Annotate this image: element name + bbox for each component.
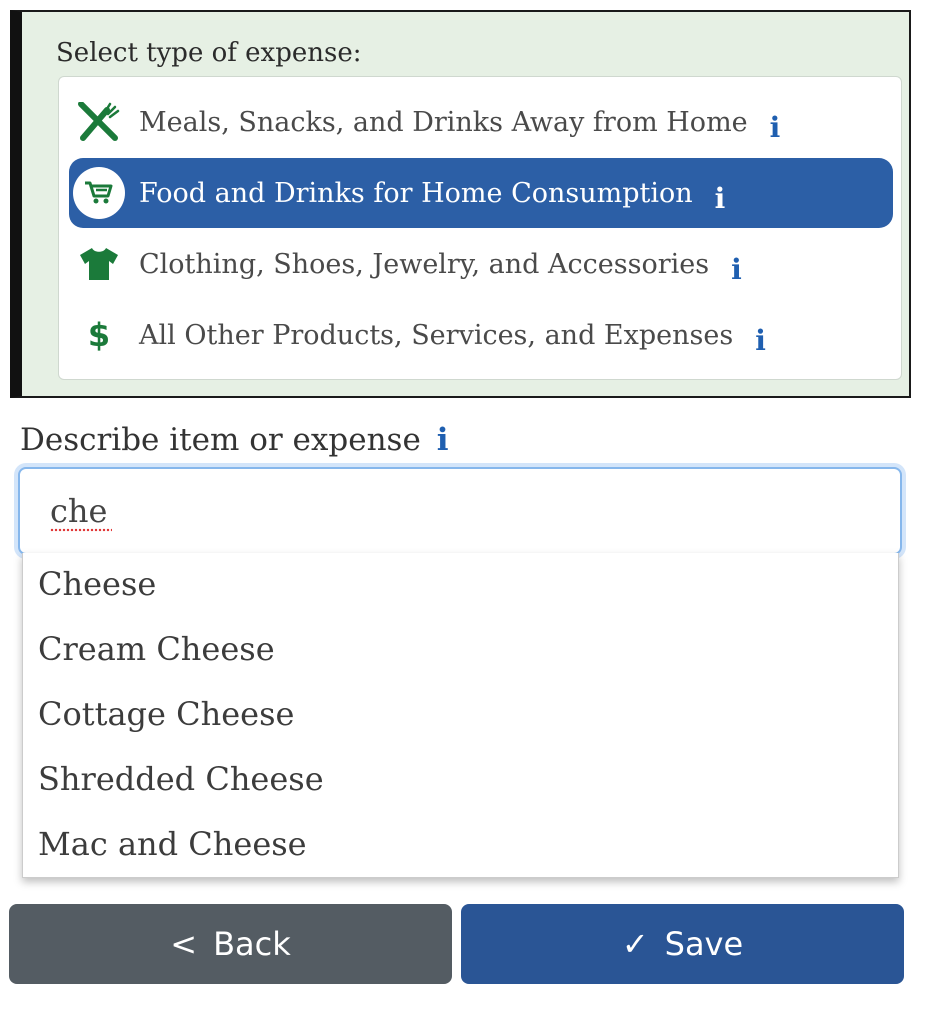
- info-icon[interactable]: i: [731, 253, 742, 286]
- shopping-cart-icon-wrapper: [73, 167, 125, 219]
- expense-type-option-clothing[interactable]: Clothing, Shoes, Jewelry, and Accessorie…: [69, 229, 893, 299]
- autocomplete-suggestions: Cheese Cream Cheese Cottage Cheese Shred…: [22, 553, 899, 878]
- info-icon[interactable]: i: [437, 422, 449, 458]
- expense-type-list: Meals, Snacks, and Drinks Away from Home…: [58, 76, 902, 380]
- save-button[interactable]: ✓ Save: [461, 904, 904, 984]
- suggestion-item[interactable]: Cream Cheese: [23, 618, 898, 683]
- shirt-icon: [73, 238, 125, 290]
- suggestion-item[interactable]: Mac and Cheese: [23, 813, 898, 878]
- expense-type-option-meals[interactable]: Meals, Snacks, and Drinks Away from Home…: [69, 87, 893, 157]
- describe-item-label-text: Describe item or expense: [20, 422, 421, 458]
- suggestion-item[interactable]: Cheese: [23, 553, 898, 618]
- expense-type-label: Clothing, Shoes, Jewelry, and Accessorie…: [139, 248, 710, 280]
- shopping-cart-icon: [73, 167, 125, 219]
- save-button-label: Save: [664, 925, 744, 963]
- spellcheck-underline: [50, 528, 112, 532]
- info-icon[interactable]: i: [770, 111, 781, 144]
- info-icon[interactable]: i: [755, 324, 766, 357]
- describe-item-input[interactable]: [18, 467, 902, 555]
- chevron-left-icon: <: [170, 925, 198, 963]
- info-icon[interactable]: i: [715, 182, 726, 215]
- expense-type-option-home-food[interactable]: Food and Drinks for Home Consumption i: [69, 158, 893, 228]
- suggestion-item[interactable]: Shredded Cheese: [23, 748, 898, 813]
- suggestion-item[interactable]: Cottage Cheese: [23, 683, 898, 748]
- expense-type-label: Meals, Snacks, and Drinks Away from Home: [139, 106, 748, 138]
- dollar-icon: $: [87, 316, 111, 354]
- describe-item-label: Describe item or expense i: [20, 422, 449, 458]
- expense-type-label: All Other Products, Services, and Expens…: [139, 319, 734, 351]
- expense-type-panel: Select type of expense: Meals, Snacks, a…: [10, 10, 911, 398]
- expense-type-title: Select type of expense:: [56, 38, 362, 68]
- expense-type-label: Food and Drinks for Home Consumption: [139, 177, 693, 209]
- utensils-icon: [73, 96, 125, 148]
- expense-type-option-other[interactable]: $ All Other Products, Services, and Expe…: [69, 300, 893, 370]
- back-button-label: Back: [213, 925, 291, 963]
- back-button[interactable]: < Back: [9, 904, 452, 984]
- checkmark-icon: ✓: [621, 925, 649, 963]
